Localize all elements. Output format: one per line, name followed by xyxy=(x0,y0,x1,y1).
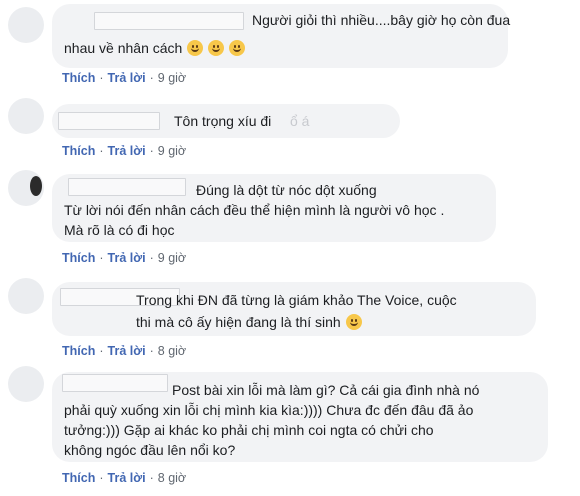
separator: · xyxy=(99,71,104,85)
separator: · xyxy=(99,251,104,265)
like-link[interactable]: Thích xyxy=(62,144,95,158)
reply-link[interactable]: Trả lời xyxy=(108,251,146,265)
reply-link[interactable]: Trả lời xyxy=(108,144,146,158)
comment-text-line: Từ lời nói đến nhân cách đều thể hiện mì… xyxy=(64,202,445,218)
timestamp[interactable]: 8 giờ xyxy=(158,471,186,485)
comment-text-line: Người giỏi thì nhiều....bây giờ họ còn đ… xyxy=(252,12,511,28)
reply-link[interactable]: Trả lời xyxy=(108,71,146,85)
smile-emoji-icon xyxy=(345,314,362,330)
like-link[interactable]: Thích xyxy=(62,71,95,85)
like-link[interactable]: Thích xyxy=(62,344,95,358)
separator: · xyxy=(99,344,104,358)
comment-bubble: Đúng là dột từ nóc dột xuống Từ lời nói … xyxy=(52,174,496,242)
like-link[interactable]: Thích xyxy=(62,471,95,485)
avatar[interactable] xyxy=(8,278,44,314)
separator: · xyxy=(149,344,154,358)
comment-text: nhau về nhân cách xyxy=(64,40,183,56)
timestamp[interactable]: 9 giờ xyxy=(158,251,186,265)
separator: · xyxy=(149,71,154,85)
reply-link[interactable]: Trả lời xyxy=(108,471,146,485)
avatar[interactable] xyxy=(8,366,44,402)
comment-text-line: Tôn trọng xíu đi xyxy=(174,113,272,129)
comment-text-line: phải quỳ xuống xin lỗi chị mình kia kìa:… xyxy=(64,402,474,418)
comment-text-line: Đúng là dột từ nóc dột xuống xyxy=(196,182,377,198)
redacted-name xyxy=(94,12,244,30)
comment-text-line: Post bài xin lỗi mà làm gì? Cả cái gia đ… xyxy=(172,382,480,398)
comment-bubble: Post bài xin lỗi mà làm gì? Cả cái gia đ… xyxy=(52,372,548,462)
avatar[interactable] xyxy=(8,7,44,43)
comment-text-line: nhau về nhân cách xyxy=(64,38,245,58)
comment-bubble: Tôn trọng xíu đi ổ á xyxy=(52,104,400,138)
comment-text-line: thi mà cô ấy hiện đang là thí sinh xyxy=(136,312,362,332)
comment-text: thi mà cô ấy hiện đang là thí sinh xyxy=(136,314,341,330)
timestamp[interactable]: 8 giờ xyxy=(158,344,186,358)
avatar[interactable] xyxy=(8,98,44,134)
separator: · xyxy=(99,144,104,158)
comment-text-line: tưởng:))) Gặp ai khác ko phải chị mình c… xyxy=(64,422,434,438)
like-link[interactable]: Thích xyxy=(62,251,95,265)
timestamp[interactable]: 9 giờ xyxy=(158,71,186,85)
separator: · xyxy=(99,471,104,485)
reply-link[interactable]: Trả lời xyxy=(108,344,146,358)
faded-text: ổ á xyxy=(290,113,310,129)
comment-text-line: Mà rõ là có đi học xyxy=(64,222,175,238)
comment-actions: Thích · Trả lời · 8 giờ xyxy=(62,470,186,486)
timestamp[interactable]: 9 giờ xyxy=(158,144,186,158)
comment-text-line: không ngóc đầu lên nổi ko? xyxy=(64,442,236,458)
grinning-sweat-emoji-icon xyxy=(208,40,225,56)
comment-bubble: Trong khi ĐN đã từng là giám khảo The Vo… xyxy=(52,282,536,336)
comment-actions: Thích · Trả lời · 9 giờ xyxy=(62,250,186,266)
redacted-name xyxy=(58,112,160,130)
separator: · xyxy=(149,144,154,158)
avatar[interactable] xyxy=(8,170,44,206)
separator: · xyxy=(149,251,154,265)
comment-text-line: Trong khi ĐN đã từng là giám khảo The Vo… xyxy=(136,292,457,308)
redacted-name xyxy=(62,374,168,392)
comment-bubble: Người giỏi thì nhiều....bây giờ họ còn đ… xyxy=(52,4,511,68)
comment-actions: Thích · Trả lời · 8 giờ xyxy=(62,343,186,359)
separator: · xyxy=(149,471,154,485)
redacted-name xyxy=(68,178,186,196)
grinning-sweat-emoji-icon xyxy=(187,40,204,56)
comment-actions: Thích · Trả lời · 9 giờ xyxy=(62,143,186,159)
comment-actions: Thích · Trả lời · 9 giờ xyxy=(62,70,186,86)
grinning-sweat-emoji-icon xyxy=(229,40,245,56)
